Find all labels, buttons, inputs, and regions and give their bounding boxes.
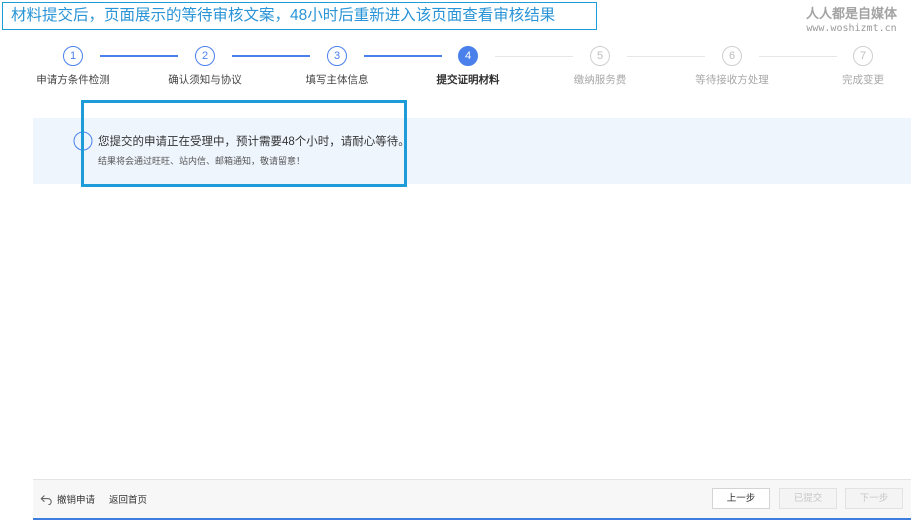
step-label: 申请方条件检测 <box>36 74 110 86</box>
step-number: 1 <box>63 46 83 66</box>
step-4: 4 提交证明材料 <box>418 46 518 86</box>
back-home-link[interactable]: 返回首页 <box>109 492 147 506</box>
step-number: 5 <box>590 46 610 66</box>
footer-action-bar: 撤销申请 返回首页 上一步 已提交 下一步 <box>33 479 911 520</box>
step-number: 7 <box>853 46 873 66</box>
previous-step-button[interactable]: 上一步 <box>712 488 770 509</box>
step-3: 3 填写主体信息 <box>287 46 387 86</box>
step-label: 完成变更 <box>842 74 884 86</box>
footer-links: 撤销申请 返回首页 <box>40 480 147 518</box>
watermark-name: 人人都是自媒体 <box>805 6 897 21</box>
step-label: 等待接收方处理 <box>695 74 769 86</box>
revoke-application-link[interactable]: 撤销申请 <box>57 492 95 506</box>
step-1: 1 申请方条件检测 <box>23 46 123 86</box>
step-5: 5 缴纳服务费 <box>550 46 650 86</box>
watermark-url: www.woshizmt.cn <box>806 23 897 34</box>
step-label: 填写主体信息 <box>305 74 369 86</box>
step-label: 提交证明材料 <box>436 74 500 86</box>
annotation-note: 材料提交后，页面展示的等待审核文案，48小时后重新进入该页面查看审核结果 <box>2 2 597 30</box>
step-label: 确认须知与协议 <box>168 74 242 86</box>
highlight-frame <box>81 100 407 187</box>
submitted-button[interactable]: 已提交 <box>779 488 837 509</box>
step-2: 2 确认须知与协议 <box>155 46 255 86</box>
step-6: 6 等待接收方处理 <box>682 46 782 86</box>
step-label: 缴纳服务费 <box>573 74 627 86</box>
step-number: 2 <box>195 46 215 66</box>
step-7: 7 完成变更 <box>813 46 913 86</box>
step-number: 4 <box>458 46 478 66</box>
undo-icon[interactable] <box>40 494 53 505</box>
step-number: 6 <box>722 46 742 66</box>
step-number: 3 <box>327 46 347 66</box>
next-step-button[interactable]: 下一步 <box>845 488 903 509</box>
watermark: 人人都是自媒体 www.woshizmt.cn <box>804 6 899 36</box>
